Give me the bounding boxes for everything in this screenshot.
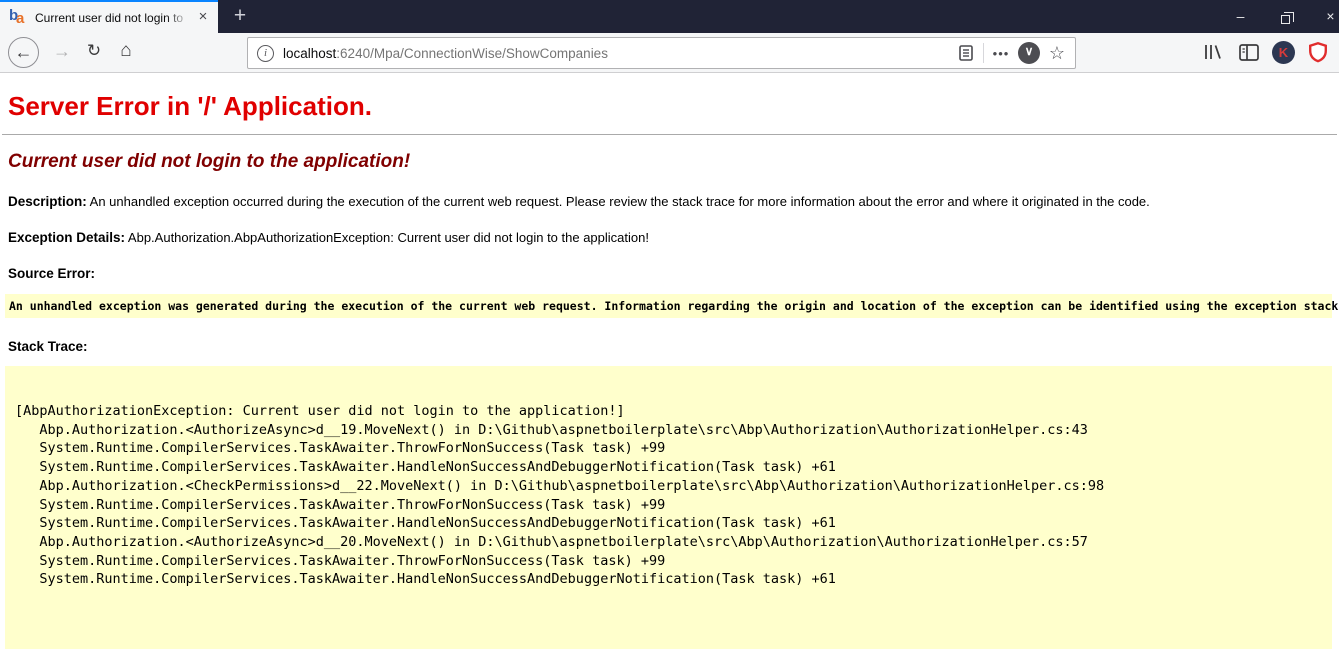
source-error-row: Source Error: [8, 266, 1331, 281]
source-error-box: An unhandled exception was generated dur… [5, 294, 1338, 318]
urlbar-actions: ••• ∨ ☆ [952, 38, 1075, 68]
forward-button[interactable]: → [47, 37, 77, 67]
window-controls: – × [1218, 0, 1339, 33]
stack-trace-row: Stack Trace: [8, 339, 1331, 354]
description-label: Description: [8, 194, 87, 209]
home-button[interactable]: ⌂ [111, 37, 141, 67]
reload-button[interactable]: ↻ [79, 37, 109, 67]
url-host: localhost [283, 45, 337, 61]
exception-details-text: Abp.Authorization.AbpAuthorizationExcept… [125, 230, 649, 245]
titlebar: b a Current user did not login to th × +… [0, 0, 1339, 33]
bookmark-star-icon[interactable]: ☆ [1043, 39, 1071, 67]
exception-details-row: Exception Details: Abp.Authorization.Abp… [8, 230, 1331, 245]
sidebar-icon[interactable] [1236, 39, 1262, 65]
toolbar-right-icons: K [1200, 39, 1331, 65]
minimize-button[interactable]: – [1218, 0, 1263, 33]
pocket-icon[interactable]: ∨ [1015, 39, 1043, 67]
close-button[interactable]: × [1308, 0, 1339, 33]
reader-mode-icon[interactable] [952, 39, 980, 67]
extension-k-icon[interactable]: K [1272, 40, 1295, 64]
new-tab-button[interactable]: + [222, 0, 258, 33]
stack-trace-box: [AbpAuthorizationException: Current user… [5, 366, 1332, 649]
page-actions-icon[interactable]: ••• [987, 39, 1015, 67]
description-row: Description: An unhandled exception occu… [8, 194, 1331, 209]
navigation-toolbar: ← → ↻ ⌂ i localhost:6240/Mpa/ConnectionW… [0, 33, 1339, 73]
address-bar[interactable]: i localhost:6240/Mpa/ConnectionWise/Show… [247, 37, 1076, 69]
tab-title: Current user did not login to th [35, 10, 185, 25]
restore-button[interactable] [1263, 0, 1308, 33]
back-button[interactable]: ← [8, 37, 39, 68]
abp-favicon-icon: b a [9, 6, 25, 27]
description-text: An unhandled exception occurred during t… [86, 194, 1150, 209]
exception-details-label: Exception Details: [8, 230, 126, 245]
site-info-icon[interactable]: i [257, 44, 274, 62]
library-icon[interactable] [1200, 39, 1226, 65]
title-divider [2, 134, 1337, 135]
urlbar-separator [983, 43, 984, 63]
error-message: Current user did not login to the applic… [8, 151, 411, 172]
restore-icon [1281, 12, 1294, 24]
stack-trace-label: Stack Trace: [8, 339, 88, 354]
url-path: :6240/Mpa/ConnectionWise/ShowCompanies [336, 45, 608, 61]
error-page: Server Error in '/' Application. Current… [0, 74, 1339, 649]
tab-title-fade [166, 4, 190, 33]
source-error-label: Source Error: [8, 266, 96, 281]
page-title: Server Error in '/' Application. [8, 91, 372, 121]
browser-tab[interactable]: b a Current user did not login to th × [0, 0, 218, 33]
tab-close-icon[interactable]: × [194, 9, 212, 27]
url-text: localhost:6240/Mpa/ConnectionWise/ShowCo… [283, 46, 608, 61]
shield-extension-icon[interactable] [1305, 39, 1331, 65]
